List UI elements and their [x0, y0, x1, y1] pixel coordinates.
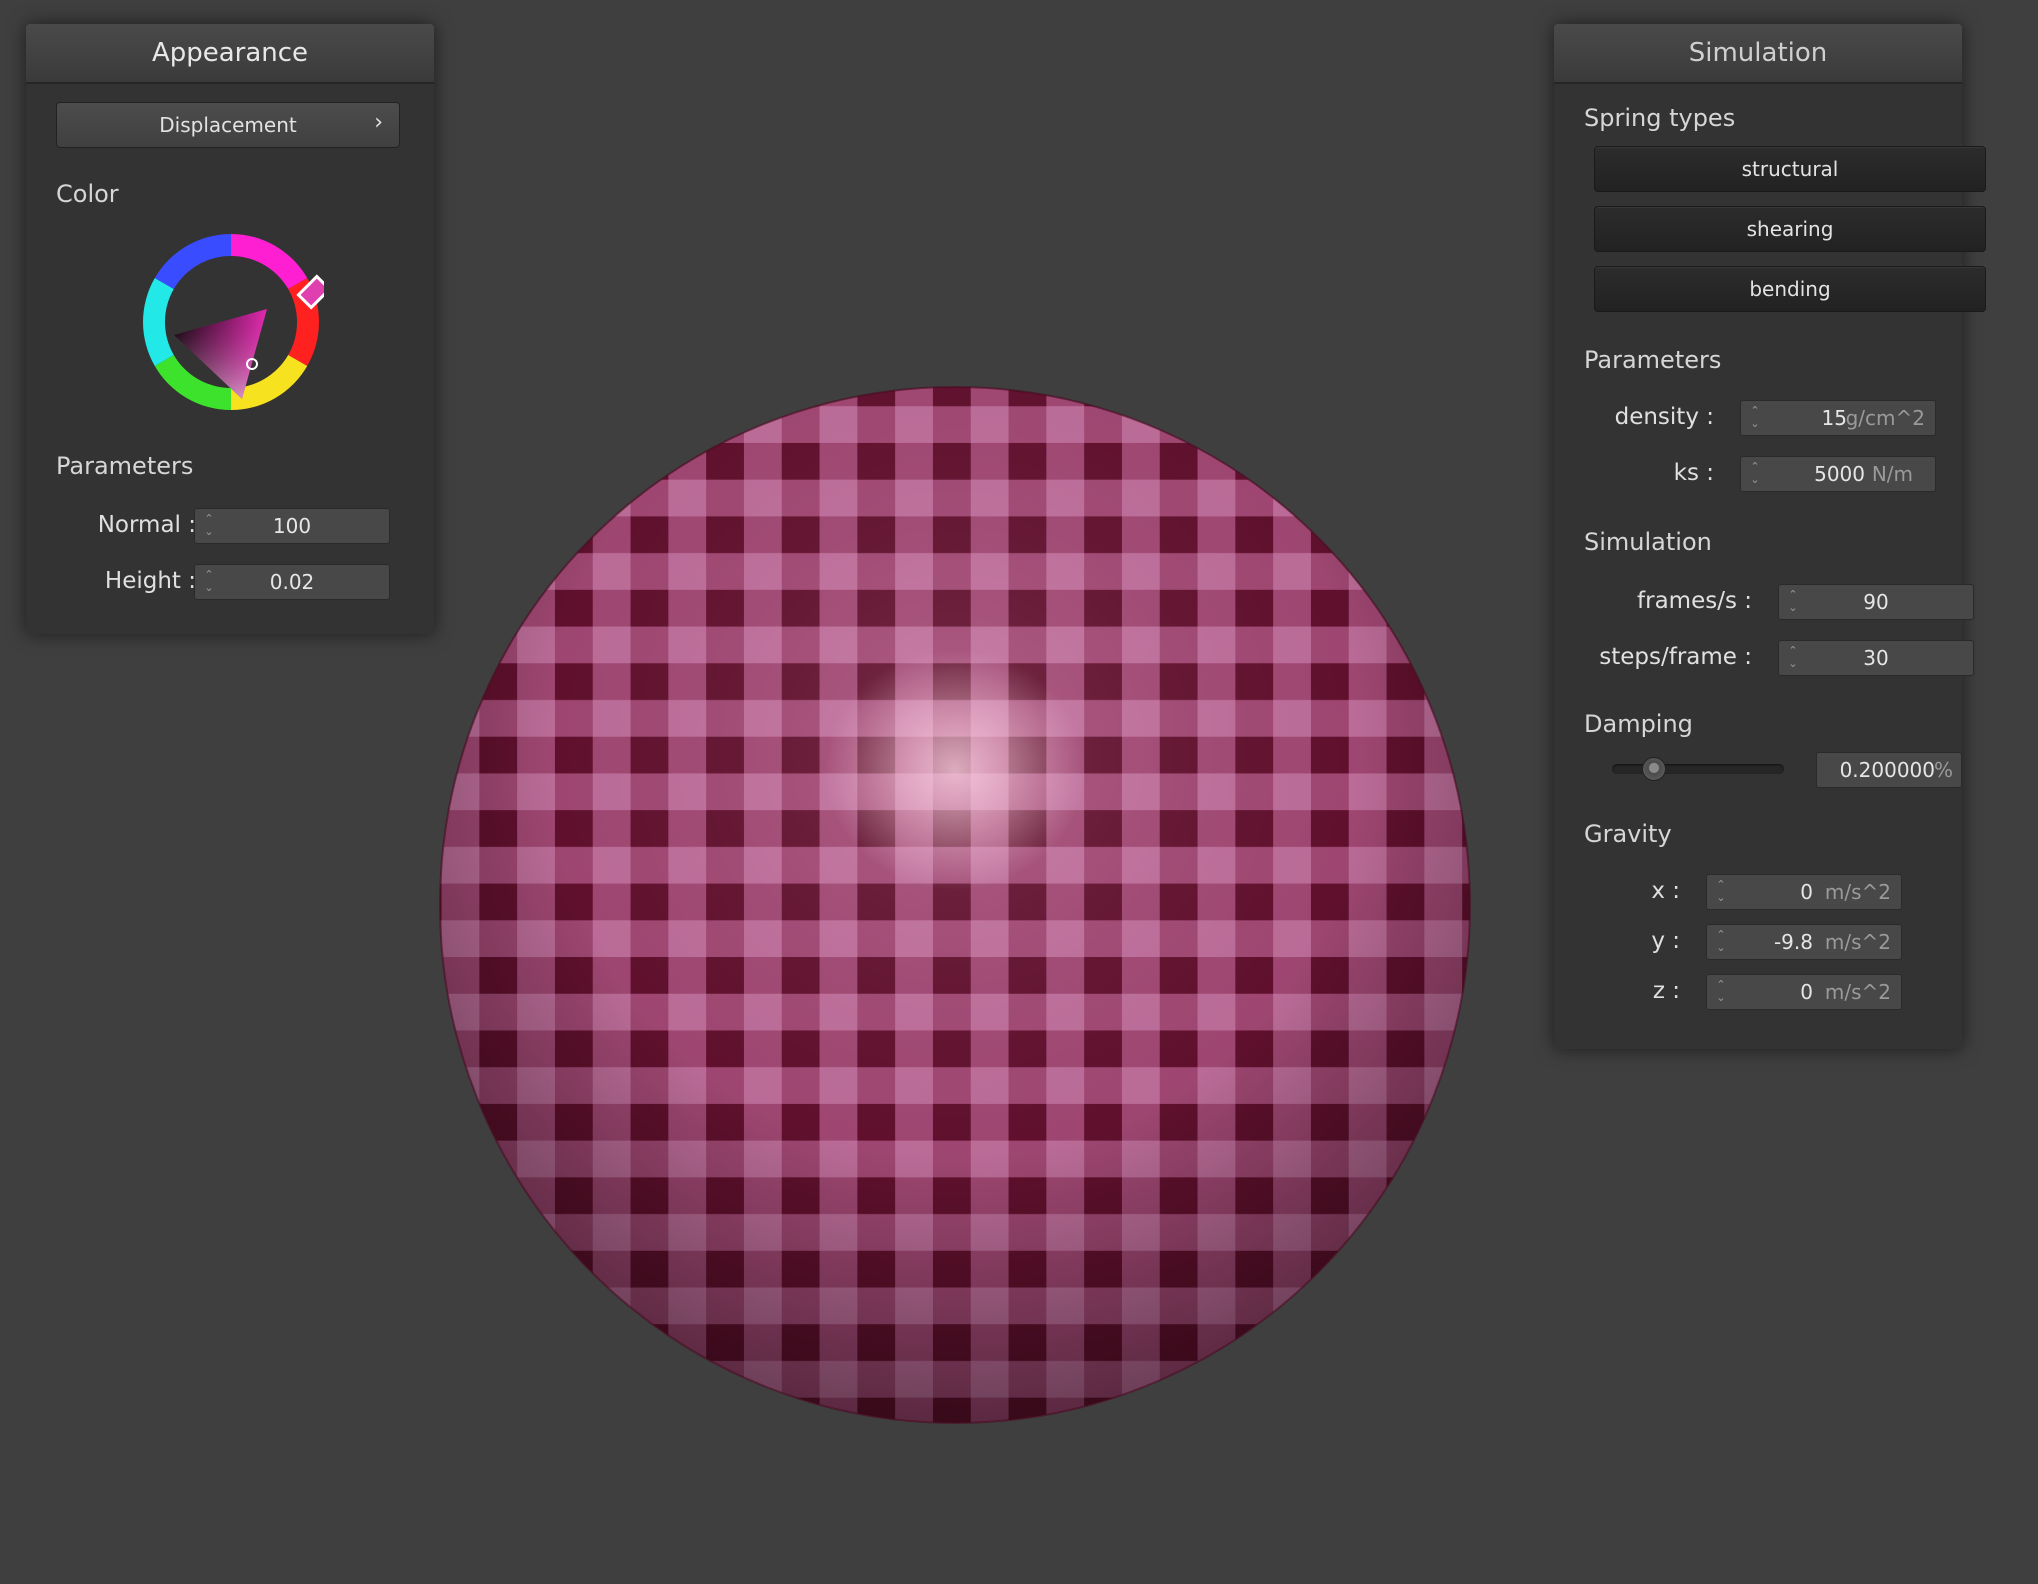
cloth-sphere-viewport[interactable] — [430, 380, 1480, 1440]
damping-input[interactable]: 0.200000 % — [1816, 752, 1962, 788]
appearance-panel: Appearance Displacement › Color Paramete… — [26, 24, 434, 634]
gravity-z-value: 0 — [1800, 980, 1813, 1004]
simulation-panel: Simulation Spring types structural shear… — [1554, 24, 1986, 1049]
specular-highlight — [825, 650, 1085, 890]
gravity-y-value: -9.8 — [1773, 930, 1813, 954]
appearance-panel-title[interactable]: Appearance — [26, 24, 434, 84]
normal-input[interactable]: ⌃ ⌄ 100 — [194, 508, 390, 544]
color-wheel[interactable] — [138, 229, 324, 415]
gravity-x-value: 0 — [1800, 880, 1813, 904]
gravity-y-input[interactable]: ⌃ ⌄ -9.8 m/s^2 — [1706, 924, 1902, 960]
damping-slider-track[interactable] — [1612, 757, 1784, 781]
ks-input[interactable]: ⌃ ⌄ 5000 N/m — [1740, 456, 1936, 492]
frames-per-s-input[interactable]: ⌃ ⌄ 90 — [1778, 584, 1974, 620]
shearing-toggle-button[interactable]: shearing — [1594, 206, 1986, 252]
simulation-panel-title[interactable]: Simulation — [1554, 24, 1962, 84]
steps-per-frame-input[interactable]: ⌃ ⌄ 30 — [1778, 640, 1974, 676]
displacement-button-label: Displacement — [159, 113, 297, 137]
normal-label: Normal : — [97, 512, 196, 538]
damping-value: 0.200000 — [1839, 758, 1935, 782]
gravity-x-input[interactable]: ⌃ ⌄ 0 m/s^2 — [1706, 874, 1902, 910]
damping-slider-knob[interactable] — [1642, 757, 1666, 781]
bending-toggle-button[interactable]: bending — [1594, 266, 1986, 312]
ks-unit: N/m — [1871, 462, 1913, 486]
height-label: Height : — [104, 568, 196, 594]
steps-per-frame-label: steps/frame : — [1599, 644, 1752, 670]
gravity-y-label: y : — [1651, 928, 1680, 954]
density-input[interactable]: ⌃ ⌄ 15 g/cm^2 — [1740, 400, 1936, 436]
density-unit: g/cm^2 — [1845, 406, 1925, 430]
gravity-label: Gravity — [1584, 820, 1672, 848]
steps-per-frame-value: 30 — [1863, 646, 1889, 670]
appearance-parameters-label: Parameters — [56, 452, 194, 480]
sphere-mesh — [440, 387, 1470, 1423]
color-section-label: Color — [56, 180, 119, 208]
density-label: density : — [1614, 404, 1714, 430]
structural-toggle-button[interactable]: structural — [1594, 146, 1986, 192]
spinner-icon[interactable]: ⌃ ⌄ — [1715, 928, 1727, 956]
spinner-icon[interactable]: ⌃ ⌄ — [1715, 878, 1727, 906]
gravity-y-unit: m/s^2 — [1824, 930, 1891, 954]
ks-value: 5000 — [1814, 462, 1865, 486]
normal-value: 100 — [272, 514, 312, 538]
gravity-x-label: x : — [1651, 878, 1680, 904]
spinner-icon[interactable]: ⌃ ⌄ — [1749, 404, 1761, 432]
damping-unit: % — [1933, 758, 1953, 782]
gravity-z-label: z : — [1652, 978, 1680, 1004]
spinner-icon[interactable]: ⌃ ⌄ — [1749, 460, 1761, 488]
simulation-section-label: Simulation — [1584, 528, 1712, 556]
spring-types-label: Spring types — [1584, 104, 1736, 132]
damping-label: Damping — [1584, 710, 1693, 738]
height-value: 0.02 — [269, 570, 315, 594]
spinner-icon[interactable]: ⌃ ⌄ — [1715, 978, 1727, 1006]
gravity-x-unit: m/s^2 — [1824, 880, 1891, 904]
frames-per-s-value: 90 — [1863, 590, 1889, 614]
density-value: 15 — [1821, 406, 1847, 430]
ks-label: ks : — [1673, 460, 1714, 486]
gravity-z-input[interactable]: ⌃ ⌄ 0 m/s^2 — [1706, 974, 1902, 1010]
height-input[interactable]: ⌃ ⌄ 0.02 — [194, 564, 390, 600]
gravity-z-unit: m/s^2 — [1824, 980, 1891, 1004]
frames-per-s-label: frames/s : — [1637, 588, 1752, 614]
simulation-parameters-label: Parameters — [1584, 346, 1722, 374]
chevron-right-icon: › — [374, 110, 383, 135]
displacement-popup-button[interactable]: Displacement › — [56, 102, 400, 148]
